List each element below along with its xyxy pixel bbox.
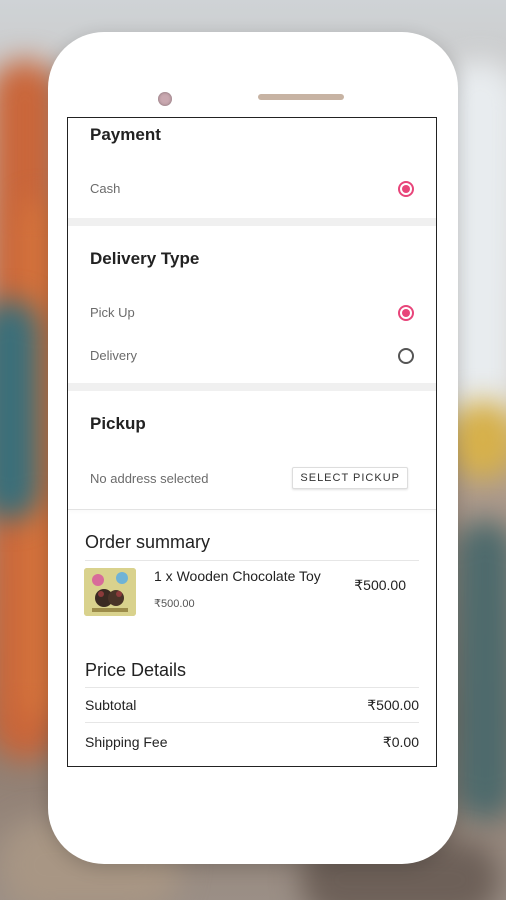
delivery-option-delivery-label: Delivery: [90, 348, 137, 363]
payment-option-cash-label: Cash: [90, 181, 121, 196]
product-name: 1 x Wooden Chocolate Toy: [154, 568, 321, 584]
section-divider: [68, 383, 436, 391]
order-summary-section: Order summary 1 x Wooden Chocolate Toy ₹…: [68, 510, 436, 660]
delivery-option-pickup-radio[interactable]: [398, 305, 414, 321]
background-blur-shape: [455, 520, 506, 820]
pickup-card: Pickup No address selected SELECT PICKUP: [68, 391, 436, 509]
price-details-divider: [85, 687, 419, 688]
checkout-screen: Payment Cash Delivery Type Pick Up Deliv…: [67, 117, 437, 767]
delivery-option-pickup-label: Pick Up: [90, 305, 135, 320]
section-divider: [68, 218, 436, 226]
product-thumbnail: [84, 568, 136, 616]
pickup-title: Pickup: [90, 414, 146, 433]
shipping-fee-label: Shipping Fee: [85, 734, 168, 750]
background-blur-shape: [0, 300, 40, 520]
subtotal-label: Subtotal: [85, 697, 137, 713]
price-details-title: Price Details: [85, 660, 187, 680]
product-unit-price: ₹500.00: [154, 598, 195, 610]
pickup-address-status: No address selected: [90, 471, 209, 486]
speaker-grille: [258, 94, 344, 100]
select-pickup-button[interactable]: SELECT PICKUP: [292, 467, 408, 489]
shipping-fee-value: ₹0.00: [382, 734, 419, 750]
payment-option-cash-radio[interactable]: [398, 181, 414, 197]
order-summary-title: Order summary: [85, 532, 211, 552]
order-item[interactable]: 1 x Wooden Chocolate Toy ₹500.00 ₹500.00: [68, 560, 436, 624]
price-details-section: Price Details Subtotal ₹500.00 Shipping …: [68, 660, 436, 766]
delivery-option-delivery-radio[interactable]: [398, 348, 414, 364]
payment-card: Payment Cash: [68, 118, 436, 218]
payment-title: Payment: [90, 125, 161, 144]
wooden-toy-image: [84, 568, 136, 616]
delivery-type-title: Delivery Type: [90, 249, 200, 268]
product-total-price: ₹500.00: [354, 577, 406, 593]
subtotal-value: ₹500.00: [367, 697, 419, 713]
camera-icon: [158, 92, 172, 106]
price-row-divider: [85, 722, 419, 723]
delivery-type-card: Delivery Type Pick Up Delivery: [68, 226, 436, 383]
